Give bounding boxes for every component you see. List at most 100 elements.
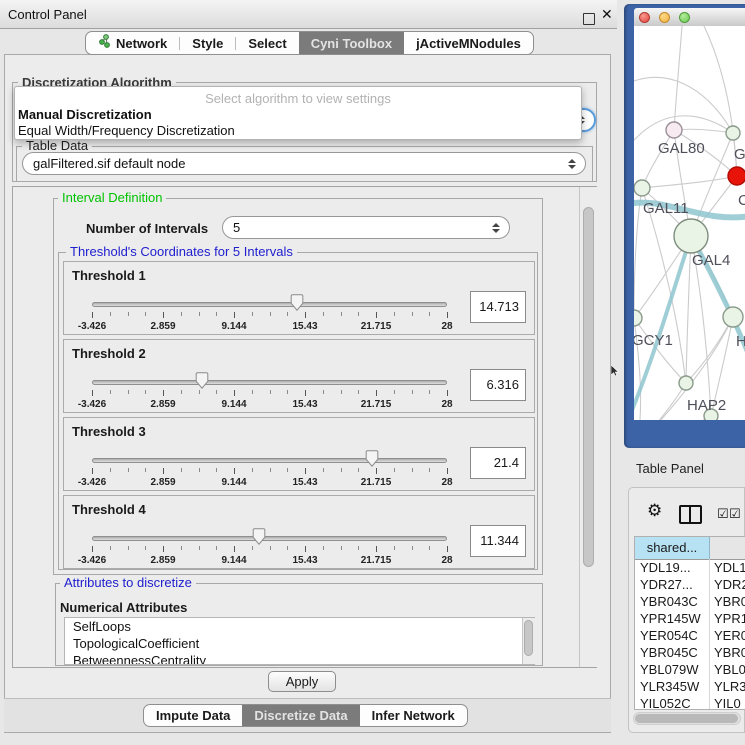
attribute-item[interactable]: BetweennessCentrality	[65, 652, 534, 665]
tick-mark	[216, 546, 217, 550]
table-cell[interactable]: YIL0	[709, 695, 745, 710]
column-layout-icon[interactable]	[679, 505, 702, 524]
table-row[interactable]: YBR045C YBR0	[635, 644, 745, 661]
threshold-value-input[interactable]: 6.316	[470, 369, 526, 401]
minimize-traffic-light-icon[interactable]	[659, 12, 670, 23]
threshold-panel: Threshold 1 -3.4262.8599.14415.4321.7152…	[63, 261, 535, 335]
table-row[interactable]: YER054C YER0	[635, 627, 745, 644]
tick-mark	[92, 312, 93, 318]
tab-cyni-toolbox[interactable]: Cyni Toolbox	[299, 32, 404, 54]
slider-track[interactable]	[92, 458, 447, 463]
table-data-combobox[interactable]: galFiltered.sif default node	[22, 152, 586, 175]
scrollbar-thumb[interactable]	[635, 714, 738, 723]
attributes-scrollbar[interactable]	[522, 618, 535, 664]
table-cell[interactable]: YLR3	[709, 678, 745, 695]
network-window-titlebar[interactable]	[634, 8, 745, 27]
slider-track[interactable]	[92, 536, 447, 541]
table-cell[interactable]: YBR043C	[635, 593, 709, 610]
node-table: shared... na YDL19... YDL1 YDR27... YDR2…	[634, 536, 745, 710]
table-cell[interactable]: YBR0	[709, 644, 745, 661]
slider-track[interactable]	[92, 302, 447, 307]
tab-select[interactable]: Select	[236, 32, 298, 54]
tick-mark	[163, 312, 164, 318]
table-cell[interactable]: YDR2	[709, 576, 745, 593]
zoom-traffic-light-icon[interactable]	[679, 12, 690, 23]
tab-discretize-data[interactable]: Discretize Data	[242, 705, 359, 726]
threshold-panel: Threshold 4 -3.4262.8599.14415.4321.7152…	[63, 495, 535, 569]
vertical-scrollbar[interactable]	[579, 187, 597, 667]
table-row[interactable]: YBR043C YBR0	[635, 593, 745, 610]
attribute-item[interactable]: SelfLoops	[65, 618, 534, 635]
threshold-value-input[interactable]: 11.344	[470, 525, 526, 557]
threshold-value-input[interactable]: 21.4	[470, 447, 526, 479]
HAP2-node[interactable]	[679, 376, 693, 390]
numerical-attributes-list[interactable]: SelfLoopsTopologicalCoefficientBetweenne…	[64, 617, 535, 665]
checkbox-icon[interactable]: ☑	[729, 507, 741, 520]
network-canvas[interactable]: GAL80GAGAL11CGAL4GCY1HHAP2	[634, 26, 745, 420]
tick-label: 15.43	[280, 321, 330, 332]
tick-mark	[181, 312, 182, 316]
close-traffic-light-icon[interactable]	[639, 12, 650, 23]
table-row[interactable]: YDR27... YDR2	[635, 576, 745, 593]
slider-thumb[interactable]	[195, 372, 209, 389]
table-cell[interactable]: YDL19...	[635, 559, 709, 576]
number-of-intervals-combobox[interactable]: 5	[222, 216, 510, 239]
red-node[interactable]	[728, 167, 745, 185]
table-cell[interactable]: YER054C	[635, 627, 709, 644]
table-row[interactable]: YPR145W YPR1	[635, 610, 745, 627]
table-data-group-title: Table Data	[22, 139, 92, 152]
table-row[interactable]: YIL052C YIL0	[635, 695, 745, 710]
table-cell[interactable]: YBL0	[709, 661, 745, 678]
node-label: H	[736, 333, 745, 350]
table-cell[interactable]: YIL052C	[635, 695, 709, 710]
table-rows: YDL19... YDL1 YDR27... YDR2 YBR043C YBR0…	[635, 559, 745, 710]
tab-impute-data[interactable]: Impute Data	[144, 705, 242, 726]
close-icon[interactable]: ✕	[601, 6, 613, 23]
H-node[interactable]	[723, 307, 743, 327]
node-label: C	[738, 192, 745, 209]
slider-track[interactable]	[92, 380, 447, 385]
tick-mark	[358, 546, 359, 550]
column-header-name[interactable]: na	[710, 537, 745, 559]
table-row[interactable]: YLR345W YLR3	[635, 678, 745, 695]
node-label: GAL4	[692, 252, 730, 269]
table-cell[interactable]: YDR27...	[635, 576, 709, 593]
scrollbar-thumb[interactable]	[583, 207, 594, 567]
option-equal-width-frequency[interactable]: Equal Width/Frequency Discretization	[18, 123, 235, 138]
numerical-attributes-label: Numerical Attributes	[60, 600, 187, 615]
tab-infer-network[interactable]: Infer Network	[360, 705, 467, 726]
horizontal-scrollbar[interactable]	[633, 712, 741, 725]
table-cell[interactable]: YDL1	[709, 559, 745, 576]
tab-style[interactable]: Style	[180, 32, 235, 54]
apply-button[interactable]: Apply	[268, 671, 336, 692]
tab-jactivemnodules[interactable]: jActiveMNodules	[404, 32, 533, 54]
table-cell[interactable]: YBL079W	[635, 661, 709, 678]
tab-network[interactable]: Network	[86, 32, 179, 54]
table-row[interactable]: YDL19... YDL1	[635, 559, 745, 576]
table-cell[interactable]: YPR145W	[635, 610, 709, 627]
GCY1-node[interactable]	[634, 310, 642, 326]
float-window-icon[interactable]	[583, 13, 595, 25]
slider-thumb[interactable]	[290, 294, 304, 311]
table-cell[interactable]: YER0	[709, 627, 745, 644]
GAL80-node[interactable]	[666, 122, 682, 138]
node-label: GCY1	[634, 332, 673, 349]
table-cell[interactable]: YPR1	[709, 610, 745, 627]
GAL11-node[interactable]	[634, 180, 650, 196]
table-cell[interactable]: YBR045C	[635, 644, 709, 661]
table-row[interactable]: YBL079W YBL0	[635, 661, 745, 678]
attribute-item[interactable]: TopologicalCoefficient	[65, 635, 534, 652]
gear-icon[interactable]: ⚙	[647, 502, 662, 519]
slider-thumb[interactable]	[365, 450, 379, 467]
threshold-value-input[interactable]: 14.713	[470, 291, 526, 323]
checkbox-icon[interactable]: ☑	[717, 507, 729, 520]
slider-thumb[interactable]	[252, 528, 266, 545]
table-cell[interactable]: YBR0	[709, 593, 745, 610]
option-manual-discretization[interactable]: Manual Discretization	[18, 107, 152, 122]
column-header-shared-name[interactable]: shared...	[635, 537, 710, 559]
node-top-right[interactable]	[726, 126, 740, 140]
table-cell[interactable]: YLR345W	[635, 678, 709, 695]
GAL4-node[interactable]	[674, 219, 708, 253]
tick-label: 21.715	[351, 399, 401, 410]
scrollbar-thumb[interactable]	[524, 620, 533, 656]
